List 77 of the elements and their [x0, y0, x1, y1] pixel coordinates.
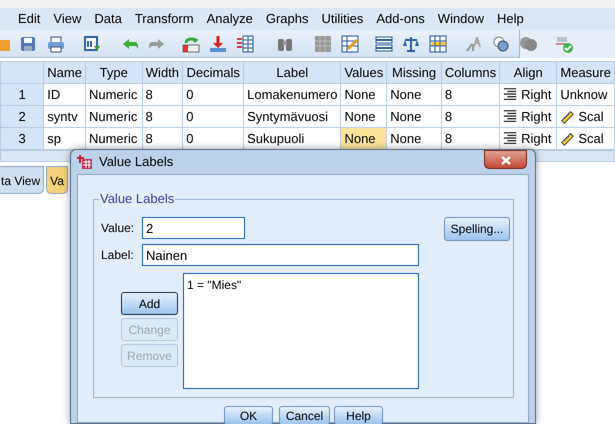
table-cell[interactable]: 8: [441, 84, 500, 106]
table-cell[interactable]: ID: [44, 84, 86, 106]
value-label: Value:: [101, 220, 134, 237]
row-number[interactable]: 1: [0, 84, 44, 106]
go-to-case-icon[interactable]: [182, 34, 200, 52]
table-cell[interactable]: Unknow: [556, 84, 614, 106]
value-labels-list[interactable]: 1 = "Mies": [183, 273, 419, 389]
go-to-variable-icon[interactable]: [209, 34, 227, 52]
label-field[interactable]: Nainen: [142, 244, 419, 266]
menu-item[interactable]: Utilities: [321, 9, 376, 29]
menu-item[interactable]: Transform: [134, 9, 207, 29]
ruler-icon: [560, 108, 576, 124]
table-cell[interactable]: None: [340, 84, 387, 106]
align-right-icon: [503, 108, 518, 124]
column-header[interactable]: Missing: [386, 62, 442, 84]
table-cell[interactable]: 8: [441, 106, 500, 128]
dialog-button[interactable]: OK: [224, 406, 273, 424]
table-cell[interactable]: Right: [500, 106, 557, 128]
menu-item[interactable]: Edit: [18, 9, 54, 29]
split-file-icon[interactable]: [375, 34, 393, 52]
table-cell[interactable]: syntv: [44, 106, 86, 128]
menu-item[interactable]: Help: [497, 9, 537, 29]
list-item[interactable]: 1 = "Mies": [187, 276, 415, 294]
table-cell[interactable]: None: [340, 128, 387, 150]
menu-item[interactable]: Graphs: [266, 9, 322, 29]
table-cell[interactable]: 8: [142, 106, 183, 128]
menu-item[interactable]: Window: [438, 9, 498, 29]
show-all-icon[interactable]: [519, 34, 537, 52]
spelling-button[interactable]: Spelling...: [444, 217, 510, 241]
table-cell[interactable]: Scal: [556, 106, 614, 128]
column-header[interactable]: Name: [44, 62, 86, 84]
table-cell[interactable]: Right: [500, 84, 557, 106]
table-cell[interactable]: Syntymävuosi: [244, 106, 341, 128]
value-field[interactable]: 2: [142, 217, 245, 239]
close-button[interactable]: [484, 150, 527, 169]
table-cell[interactable]: 0: [182, 84, 244, 106]
dialog-recall-icon[interactable]: [83, 34, 101, 52]
dialog-button[interactable]: Cancel: [279, 406, 330, 424]
scale-icon[interactable]: [402, 34, 420, 52]
menu-item[interactable]: Add-ons: [376, 9, 438, 29]
column-header[interactable]: Columns: [441, 62, 500, 84]
dialog-button[interactable]: Help: [334, 406, 383, 424]
close-icon: [500, 156, 510, 166]
side-button[interactable]: Add: [121, 292, 178, 315]
menu-item[interactable]: Analyze: [206, 9, 266, 29]
align-right-icon: [503, 86, 518, 102]
column-header[interactable]: Decimals: [182, 62, 244, 84]
select-cases-icon[interactable]: [429, 34, 447, 52]
column-header[interactable]: Width: [142, 62, 183, 84]
table-cell[interactable]: 8: [142, 84, 183, 106]
print-icon[interactable]: [47, 34, 65, 52]
column-header[interactable]: Align: [500, 62, 557, 84]
column-header[interactable]: Values: [340, 62, 387, 84]
table-cell[interactable]: Lomakenumero: [244, 84, 341, 106]
menu-item[interactable]: View: [53, 9, 94, 29]
view-tab[interactable]: Va: [46, 166, 68, 194]
insert-variable-icon[interactable]: [341, 34, 359, 52]
table-cell[interactable]: Numeric: [85, 106, 142, 128]
view-tab[interactable]: ta View: [0, 166, 44, 194]
column-header[interactable]: Measure: [556, 62, 614, 84]
row-number[interactable]: 3: [0, 128, 44, 150]
label-label: Label:: [101, 247, 134, 264]
table-cell[interactable]: 0: [182, 106, 244, 128]
table-cell[interactable]: None: [386, 106, 442, 128]
column-header[interactable]: Label: [244, 62, 341, 84]
align-right-icon: [503, 130, 518, 146]
variables-icon[interactable]: [236, 34, 254, 52]
use-sets-icon[interactable]: [492, 34, 510, 52]
ruler-icon: [560, 130, 576, 146]
row-number[interactable]: 2: [0, 106, 44, 128]
menu-item[interactable]: Data: [94, 9, 135, 29]
save-icon[interactable]: [19, 34, 37, 52]
spell-check-icon[interactable]: [555, 34, 573, 52]
table-cell[interactable]: None: [386, 84, 442, 106]
table-cell[interactable]: Numeric: [85, 84, 142, 106]
column-header[interactable]: Type: [85, 62, 142, 84]
dialog-title: Value Labels: [99, 153, 174, 172]
